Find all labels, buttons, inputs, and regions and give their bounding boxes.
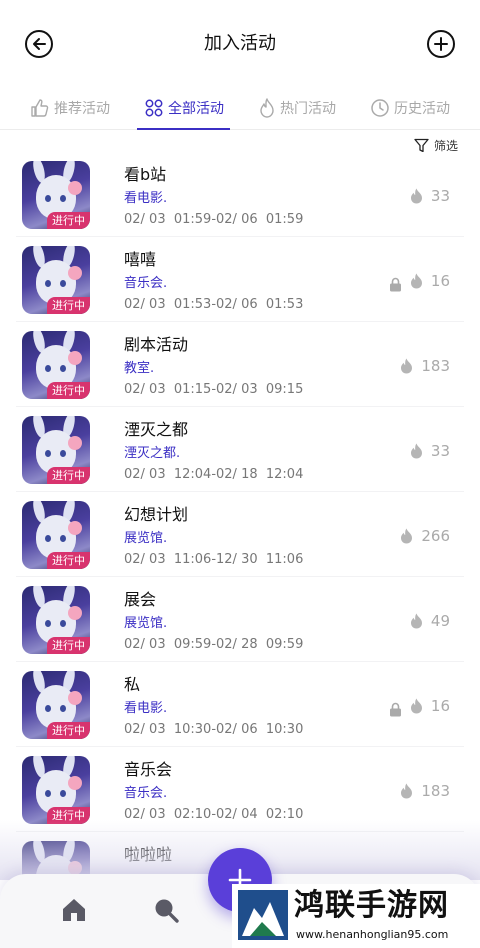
event-title: 剧本活动 bbox=[124, 335, 189, 354]
event-card[interactable]: 进行中 看b站 看电影. 02/ 03 01:59-02/ 06 01:59 3… bbox=[16, 152, 464, 237]
event-date: 02/ 03 10:30-02/ 06 10:30 bbox=[124, 722, 304, 737]
event-card[interactable]: 进行中 展会 展览馆. 02/ 03 09:59-02/ 28 09:59 49 bbox=[16, 577, 464, 662]
event-category[interactable]: 展览馆. bbox=[124, 615, 167, 633]
watermark-url: www.henanhonglian95.com bbox=[296, 928, 449, 941]
tab-label: 推荐活动 bbox=[54, 101, 110, 117]
event-thumbnail: 进行中 bbox=[22, 501, 90, 569]
lock-icon bbox=[389, 277, 402, 296]
popularity-count: 183 bbox=[421, 357, 450, 375]
flame-icon bbox=[260, 98, 274, 118]
watermark: 鸿联手游网 www.henanhonglian95.com bbox=[232, 884, 480, 948]
status-badge: 进行中 bbox=[47, 722, 90, 739]
event-category[interactable]: 看电影. bbox=[124, 700, 167, 718]
funnel-icon bbox=[414, 138, 429, 152]
filter-label: 筛选 bbox=[433, 138, 458, 153]
event-popularity: 266 bbox=[400, 527, 450, 545]
flame-icon bbox=[410, 188, 422, 204]
event-date: 02/ 03 01:15-02/ 03 09:15 bbox=[124, 382, 304, 397]
event-date: 02/ 03 12:04-02/ 18 12:04 bbox=[124, 467, 304, 482]
flame-icon bbox=[410, 698, 422, 714]
popularity-count: 33 bbox=[430, 187, 450, 205]
event-popularity: 49 bbox=[410, 612, 450, 630]
flame-icon bbox=[410, 613, 422, 629]
event-title: 幻想计划 bbox=[124, 505, 189, 524]
flame-icon bbox=[401, 528, 413, 544]
event-popularity: 183 bbox=[400, 782, 450, 800]
active-tab-indicator bbox=[137, 128, 230, 130]
event-thumbnail: 进行中 bbox=[22, 586, 90, 654]
popularity-count: 266 bbox=[421, 527, 450, 545]
tab-label: 全部活动 bbox=[168, 101, 224, 117]
popularity-count: 16 bbox=[430, 697, 450, 715]
tab-recommended[interactable]: 推荐活动 bbox=[30, 86, 110, 130]
event-date: 02/ 03 01:53-02/ 06 01:53 bbox=[124, 297, 304, 312]
tab-label: 历史活动 bbox=[394, 101, 450, 117]
popularity-count: 49 bbox=[430, 612, 450, 630]
plus-circle-icon bbox=[434, 37, 448, 51]
event-title: 私 bbox=[124, 675, 141, 694]
event-popularity: 33 bbox=[410, 187, 450, 205]
tab-all[interactable]: 全部活动 bbox=[144, 86, 224, 130]
clock-icon bbox=[371, 99, 389, 117]
header: 加入活动 bbox=[0, 0, 480, 86]
event-thumbnail: 进行中 bbox=[22, 756, 90, 824]
event-card[interactable]: 进行中 私 看电影. 02/ 03 10:30-02/ 06 10:30 16 bbox=[16, 662, 464, 747]
event-title: 音乐会 bbox=[124, 760, 173, 779]
event-category[interactable]: 湮灭之都. bbox=[124, 445, 180, 463]
event-title: 嘻嘻 bbox=[124, 250, 157, 269]
popularity-count: 16 bbox=[430, 272, 450, 290]
flame-icon bbox=[401, 783, 413, 799]
event-category[interactable]: 音乐会. bbox=[124, 275, 167, 293]
event-card[interactable]: 进行中 剧本活动 教室. 02/ 03 01:15-02/ 03 09:15 1… bbox=[16, 322, 464, 407]
event-title: 湮灭之都 bbox=[124, 420, 189, 439]
event-card[interactable]: 进行中 幻想计划 展览馆. 02/ 03 11:06-12/ 30 11:06 … bbox=[16, 492, 464, 577]
watermark-title: 鸿联手游网 bbox=[294, 888, 449, 923]
tab-hot[interactable]: 热门活动 bbox=[258, 86, 336, 130]
flame-icon bbox=[410, 443, 422, 459]
event-thumbnail: 进行中 bbox=[22, 161, 90, 229]
event-popularity: 183 bbox=[400, 357, 450, 375]
tab-history[interactable]: 历史活动 bbox=[370, 86, 450, 130]
event-popularity: 16 bbox=[410, 272, 450, 290]
thumbs-up-icon bbox=[31, 99, 49, 117]
status-badge: 进行中 bbox=[47, 637, 90, 654]
event-date: 02/ 03 09:59-02/ 28 09:59 bbox=[124, 637, 304, 652]
event-title: 看b站 bbox=[124, 165, 167, 184]
lock-icon bbox=[389, 702, 402, 721]
event-category[interactable]: 音乐会. bbox=[124, 785, 167, 803]
event-thumbnail: 进行中 bbox=[22, 671, 90, 739]
status-badge: 进行中 bbox=[47, 297, 90, 314]
event-popularity: 33 bbox=[410, 442, 450, 460]
event-date: 02/ 03 11:06-12/ 30 11:06 bbox=[124, 552, 304, 567]
grid-icon bbox=[145, 99, 163, 117]
watermark-logo bbox=[236, 888, 290, 942]
event-thumbnail: 进行中 bbox=[22, 331, 90, 399]
event-date: 02/ 03 01:59-02/ 06 01:59 bbox=[124, 212, 304, 227]
event-card[interactable]: 进行中 湮灭之都 湮灭之都. 02/ 03 12:04-02/ 18 12:04… bbox=[16, 407, 464, 492]
event-title: 展会 bbox=[124, 590, 157, 609]
event-card[interactable]: 进行中 嘻嘻 音乐会. 02/ 03 01:53-02/ 06 01:53 16 bbox=[16, 237, 464, 322]
event-thumbnail: 进行中 bbox=[22, 246, 90, 314]
page-title: 加入活动 bbox=[204, 33, 276, 54]
event-popularity: 16 bbox=[410, 697, 450, 715]
event-list: 进行中 看b站 看电影. 02/ 03 01:59-02/ 06 01:59 3… bbox=[16, 152, 464, 917]
flame-icon bbox=[401, 358, 413, 374]
search-icon[interactable] bbox=[152, 896, 180, 928]
status-badge: 进行中 bbox=[47, 552, 90, 569]
status-badge: 进行中 bbox=[47, 382, 90, 399]
tab-label: 热门活动 bbox=[280, 101, 336, 117]
add-button[interactable] bbox=[427, 30, 455, 58]
status-badge: 进行中 bbox=[47, 467, 90, 484]
flame-icon bbox=[410, 273, 422, 289]
tab-bar: 推荐活动 全部活动 热门活动 历史活动 bbox=[0, 86, 480, 130]
popularity-count: 183 bbox=[421, 782, 450, 800]
event-category[interactable]: 看电影. bbox=[124, 190, 167, 208]
popularity-count: 33 bbox=[430, 442, 450, 460]
status-badge: 进行中 bbox=[47, 212, 90, 229]
event-thumbnail: 进行中 bbox=[22, 416, 90, 484]
event-category[interactable]: 教室. bbox=[124, 360, 154, 378]
event-category[interactable]: 展览馆. bbox=[124, 530, 167, 548]
home-icon[interactable] bbox=[60, 896, 88, 928]
